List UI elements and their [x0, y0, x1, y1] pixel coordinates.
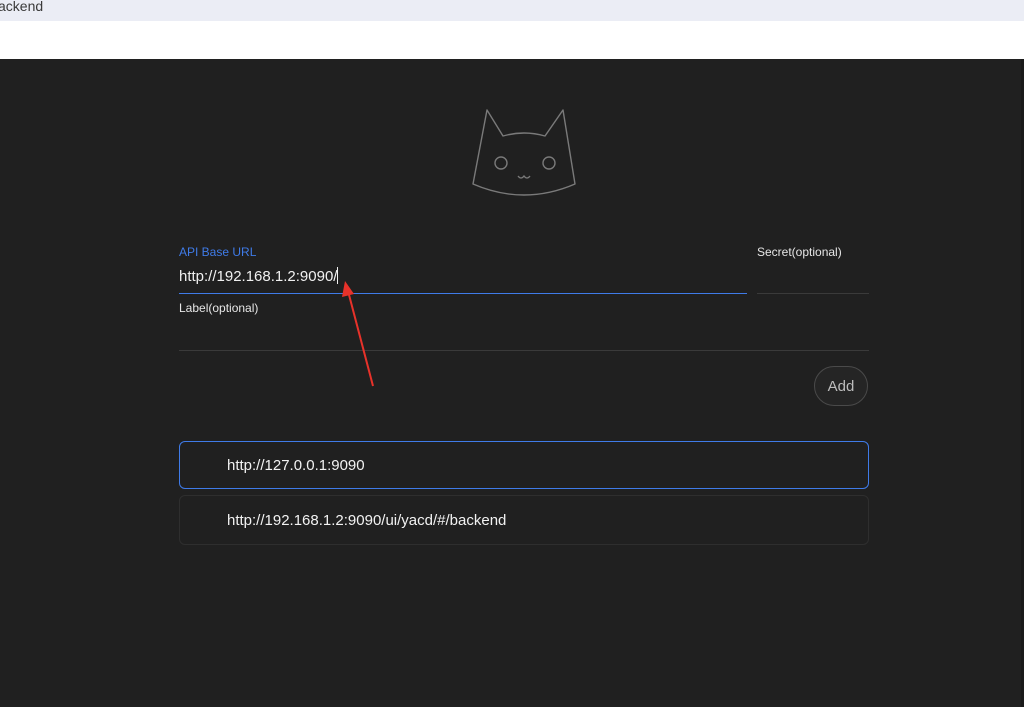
label-field-label: Label(optional) — [179, 301, 259, 315]
app-container: API Base URL Secret(optional) http://192… — [0, 59, 1024, 707]
secret-input[interactable] — [757, 293, 869, 294]
browser-tab-title[interactable]: ackend — [0, 0, 43, 14]
secret-label: Secret(optional) — [757, 245, 842, 259]
backend-url: http://192.168.1.2:9090/ui/yacd/#/backen… — [227, 511, 507, 529]
backend-url: http://127.0.0.1:9090 — [227, 456, 365, 474]
add-button[interactable]: Add — [814, 366, 868, 406]
api-base-url-value: http://192.168.1.2:9090/ — [179, 268, 338, 285]
text-caret — [337, 267, 339, 284]
label-input[interactable] — [179, 350, 869, 351]
api-base-url-underline — [179, 293, 747, 294]
cat-logo-icon — [472, 109, 576, 196]
browser-toolbar-area — [0, 21, 1024, 59]
api-base-url-input[interactable]: http://192.168.1.2:9090/ — [179, 267, 339, 285]
browser-strip: ackend — [0, 0, 1024, 21]
backend-item[interactable]: http://192.168.1.2:9090/ui/yacd/#/backen… — [179, 495, 869, 545]
backend-item-selected[interactable]: http://127.0.0.1:9090 — [179, 441, 869, 489]
api-base-url-label: API Base URL — [179, 245, 257, 259]
